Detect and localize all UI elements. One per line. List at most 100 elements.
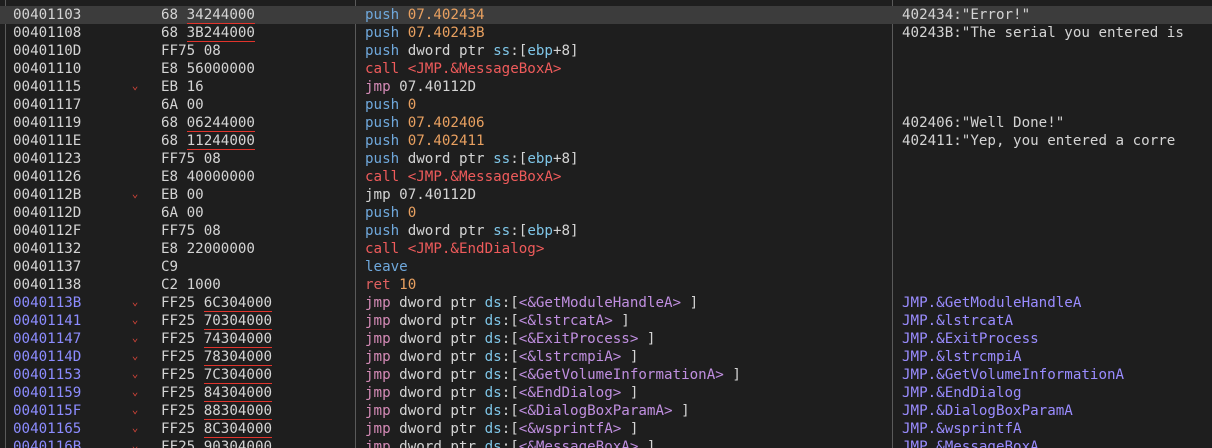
disasm-token: <&EndDialog> xyxy=(518,385,622,401)
address[interactable]: 0040114D xyxy=(13,348,123,366)
instruction-row[interactable]: 00401153 ⌄ FF25 7C304000 jmp dword ptr ds:[… xyxy=(0,366,1212,384)
instruction-row[interactable]: 00401137 C9 leave xyxy=(0,258,1212,276)
address[interactable]: 0040115F xyxy=(13,402,123,420)
instruction-row[interactable]: 0040113B ⌄ FF25 6C304000 jmp dword ptr ds:[… xyxy=(0,294,1212,312)
disassembly[interactable]: push 0 xyxy=(365,96,890,114)
disassembly[interactable]: call <JMP.&EndDialog> xyxy=(365,240,890,258)
disassembly[interactable]: jmp dword ptr ds:[<&ExitProcess> ] xyxy=(365,330,890,348)
disassembly[interactable]: call <JMP.&MessageBoxA> xyxy=(365,60,890,78)
instruction-row[interactable]: 0040116B ⌄ FF25 90304000 jmp dword ptr ds:[… xyxy=(0,438,1212,448)
jump-arrow-icon[interactable]: ⌄ xyxy=(128,312,142,330)
disassembly[interactable]: jmp dword ptr ds:[<&GetModuleHandleA> ] xyxy=(365,294,890,312)
operand-bytes: 00 xyxy=(186,205,204,221)
instruction-row-selected[interactable]: 00401103 68 34244000 push 07.402434 402434:… xyxy=(0,6,1212,24)
address[interactable]: 00401126 xyxy=(13,168,123,186)
opcode: E8 xyxy=(161,169,179,185)
instruction-row[interactable]: 00401159 ⌄ FF25 84304000 jmp dword ptr ds:[… xyxy=(0,384,1212,402)
disassembly[interactable]: push 0 xyxy=(365,204,890,222)
instruction-row[interactable]: 00401147 ⌄ FF25 74304000 jmp dword ptr ds:[… xyxy=(0,330,1212,348)
instruction-row[interactable]: 00401141 ⌄ FF25 70304000 jmp dword ptr ds:[… xyxy=(0,312,1212,330)
address[interactable]: 00401153 xyxy=(13,366,123,384)
instruction-row[interactable]: 0040112D 6A 00 push 0 xyxy=(0,204,1212,222)
jump-arrow-icon[interactable]: ⌄ xyxy=(128,420,142,438)
address[interactable]: 00401110 xyxy=(13,60,123,78)
address[interactable]: 0040112D xyxy=(13,204,123,222)
instruction-row[interactable]: 0040111E 68 11244000 push 07.402411 402411:… xyxy=(0,132,1212,150)
address[interactable]: 00401147 xyxy=(13,330,123,348)
jump-arrow-icon[interactable]: ⌄ xyxy=(128,186,142,204)
disassembly[interactable]: jmp dword ptr ds:[<&lstrcatA> ] xyxy=(365,312,890,330)
disasm-token: ebp xyxy=(527,43,553,59)
jump-arrow-icon[interactable]: ⌄ xyxy=(128,294,142,312)
disassembly[interactable]: jmp 07.40112D xyxy=(365,78,890,96)
address[interactable]: 00401138 xyxy=(13,276,123,294)
address[interactable]: 00401165 xyxy=(13,420,123,438)
address[interactable]: 00401115 xyxy=(13,78,123,96)
address[interactable]: 00401137 xyxy=(13,258,123,276)
disassembly[interactable]: push 07.402411 xyxy=(365,132,890,150)
disassembly[interactable]: push dword ptr ss:[ebp+8] xyxy=(365,222,890,240)
disasm-token: :[ xyxy=(501,331,519,347)
disassembly-view[interactable]: 00401103 68 34244000 push 07.402434 402434:… xyxy=(0,0,1212,448)
address[interactable]: 00401119 xyxy=(13,114,123,132)
jump-arrow-icon[interactable]: ⌄ xyxy=(128,78,142,96)
disassembly[interactable]: push dword ptr ss:[ebp+8] xyxy=(365,150,890,168)
instruction-row[interactable]: 00401117 6A 00 push 0 xyxy=(0,96,1212,114)
instruction-row[interactable]: 0040114D ⌄ FF25 78304000 jmp dword ptr ds:[… xyxy=(0,348,1212,366)
disasm-token: push xyxy=(365,205,408,221)
address[interactable]: 00401103 xyxy=(13,6,123,24)
disassembly[interactable]: jmp dword ptr ds:[<&GetVolumeInformation… xyxy=(365,366,890,384)
disassembly[interactable]: call <JMP.&MessageBoxA> xyxy=(365,168,890,186)
disassembly[interactable]: jmp dword ptr ds:[<&DialogBoxParamA> ] xyxy=(365,402,890,420)
instruction-row[interactable]: 00401165 ⌄ FF25 8C304000 jmp dword ptr ds:[… xyxy=(0,420,1212,438)
disassembly[interactable]: leave xyxy=(365,258,890,276)
address[interactable]: 0040116B xyxy=(13,438,123,448)
address[interactable]: 00401159 xyxy=(13,384,123,402)
disassembly[interactable]: push 07.40243B xyxy=(365,24,890,42)
disassembly[interactable]: jmp dword ptr ds:[<&lstrcmpiA> ] xyxy=(365,348,890,366)
operand-bytes: 1000 xyxy=(186,277,221,293)
instruction-row[interactable]: 0040112B ⌄ EB 00 jmp 07.40112D xyxy=(0,186,1212,204)
instruction-row[interactable]: 00401126 E8 40000000 call <JMP.&MessageBox… xyxy=(0,168,1212,186)
disasm-token: jmp xyxy=(365,349,400,365)
instruction-row[interactable]: 00401138 C2 1000 ret 10 xyxy=(0,276,1212,294)
address[interactable]: 0040113B xyxy=(13,294,123,312)
address[interactable]: 0040112B xyxy=(13,186,123,204)
address[interactable]: 00401123 xyxy=(13,150,123,168)
disassembly[interactable]: push 07.402434 xyxy=(365,6,890,24)
instruction-row[interactable]: 00401119 68 06244000 push 07.402406 402406:… xyxy=(0,114,1212,132)
disassembly[interactable]: push 07.402406 xyxy=(365,114,890,132)
instruction-row[interactable]: 00401110 E8 56000000 call <JMP.&MessageBox… xyxy=(0,60,1212,78)
disassembly[interactable]: ret 10 xyxy=(365,276,890,294)
instruction-row[interactable]: 0040110D FF75 08 push dword ptr ss:[ebp+8] xyxy=(0,42,1212,60)
disassembly[interactable]: jmp dword ptr ds:[<&MessageBoxA> ] xyxy=(365,438,890,448)
address[interactable]: 00401141 xyxy=(13,312,123,330)
disasm-token: dword ptr xyxy=(407,43,494,59)
disassembly[interactable]: jmp dword ptr ds:[<&wsprintfA> ] xyxy=(365,420,890,438)
disasm-token: push xyxy=(365,97,408,113)
comment: 402411:"Yep, you entered a corre xyxy=(902,132,1212,150)
address[interactable]: 00401117 xyxy=(13,96,123,114)
instruction-bytes: C9 xyxy=(161,258,351,276)
jump-arrow-icon[interactable]: ⌄ xyxy=(128,438,142,448)
jump-arrow-icon[interactable]: ⌄ xyxy=(128,384,142,402)
address[interactable]: 0040112F xyxy=(13,222,123,240)
jump-arrow-icon[interactable]: ⌄ xyxy=(128,348,142,366)
instruction-row[interactable]: 00401132 E8 22000000 call <JMP.&EndDialog> xyxy=(0,240,1212,258)
address[interactable]: 00401108 xyxy=(13,24,123,42)
address[interactable]: 00401132 xyxy=(13,240,123,258)
jump-arrow-icon[interactable]: ⌄ xyxy=(128,330,142,348)
disassembly[interactable]: jmp dword ptr ds:[<&EndDialog> ] xyxy=(365,384,890,402)
address[interactable]: 0040110D xyxy=(13,42,123,60)
instruction-row[interactable]: 00401115 ⌄ EB 16 jmp 07.40112D xyxy=(0,78,1212,96)
jump-arrow-icon[interactable]: ⌄ xyxy=(128,366,142,384)
address[interactable]: 0040111E xyxy=(13,132,123,150)
instruction-row[interactable]: 0040112F FF75 08 push dword ptr ss:[ebp+8] xyxy=(0,222,1212,240)
instruction-row[interactable]: 00401123 FF75 08 push dword ptr ss:[ebp+8] xyxy=(0,150,1212,168)
instruction-row[interactable]: 00401108 68 3B244000 push 07.40243B 40243B:… xyxy=(0,24,1212,42)
disasm-token: ds xyxy=(484,313,502,329)
jump-arrow-icon[interactable]: ⌄ xyxy=(128,402,142,420)
disassembly[interactable]: jmp 07.40112D xyxy=(365,186,890,204)
disassembly[interactable]: push dword ptr ss:[ebp+8] xyxy=(365,42,890,60)
instruction-row[interactable]: 0040115F ⌄ FF25 88304000 jmp dword ptr ds:[… xyxy=(0,402,1212,420)
